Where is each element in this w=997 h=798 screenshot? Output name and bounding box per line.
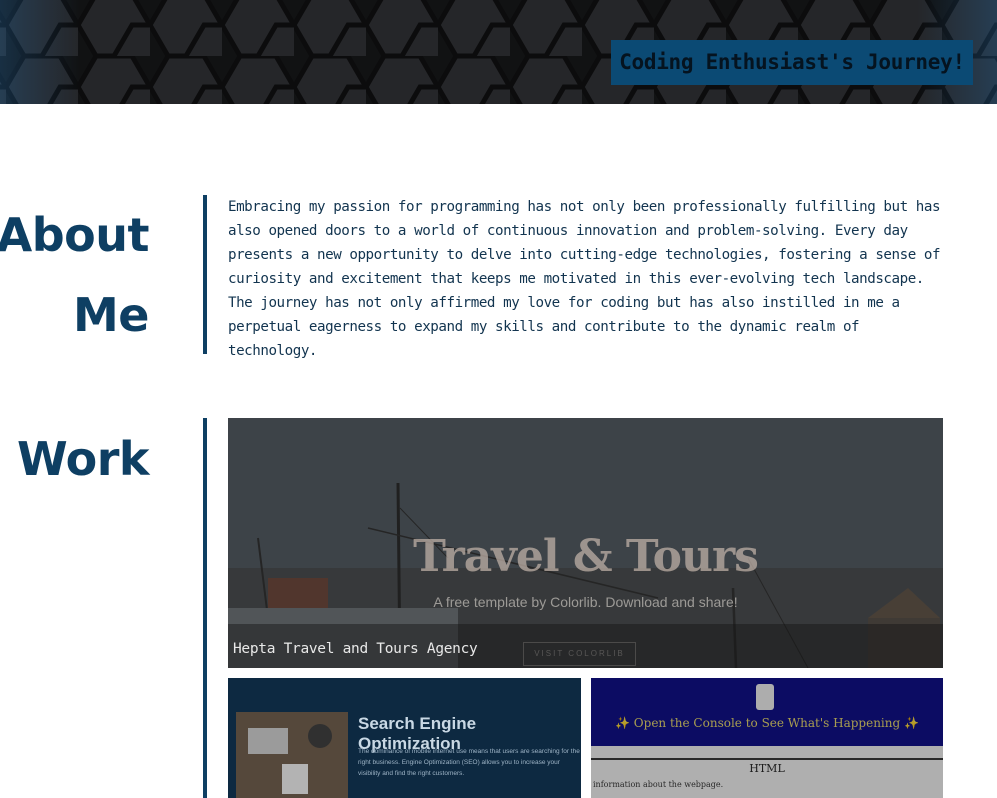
project-caption-bar: Hepta Travel and Tours Agency [228, 624, 943, 668]
work-divider [203, 418, 207, 798]
work-heading: Work [17, 432, 149, 486]
project-caption: Hepta Travel and Tours Agency [233, 641, 478, 657]
about-heading-line1: About [0, 208, 150, 262]
project-card-seo[interactable]: Search Engine Optimization The dominance… [228, 678, 581, 798]
image-overlay [591, 678, 943, 798]
about-divider [203, 195, 207, 354]
travel-preview-title: Travel & Tours [413, 531, 759, 582]
project-card-travel[interactable]: Travel & Tours A free template by Colorl… [228, 418, 943, 668]
about-heading: About Me [0, 195, 150, 355]
travel-preview-subtitle: A free template by Colorlib. Download an… [433, 594, 738, 610]
project-card-html[interactable]: ✨ Open the Console to See What's Happeni… [591, 678, 943, 798]
header-banner: Coding Enthusiast's Journey! [0, 0, 997, 104]
seo-preview-text: The dominance of mobile internet use mea… [358, 748, 580, 777]
about-heading-line2: Me [73, 288, 149, 342]
site-title: Coding Enthusiast's Journey! [611, 40, 973, 85]
about-paragraph: Embracing my passion for programming has… [228, 199, 941, 359]
